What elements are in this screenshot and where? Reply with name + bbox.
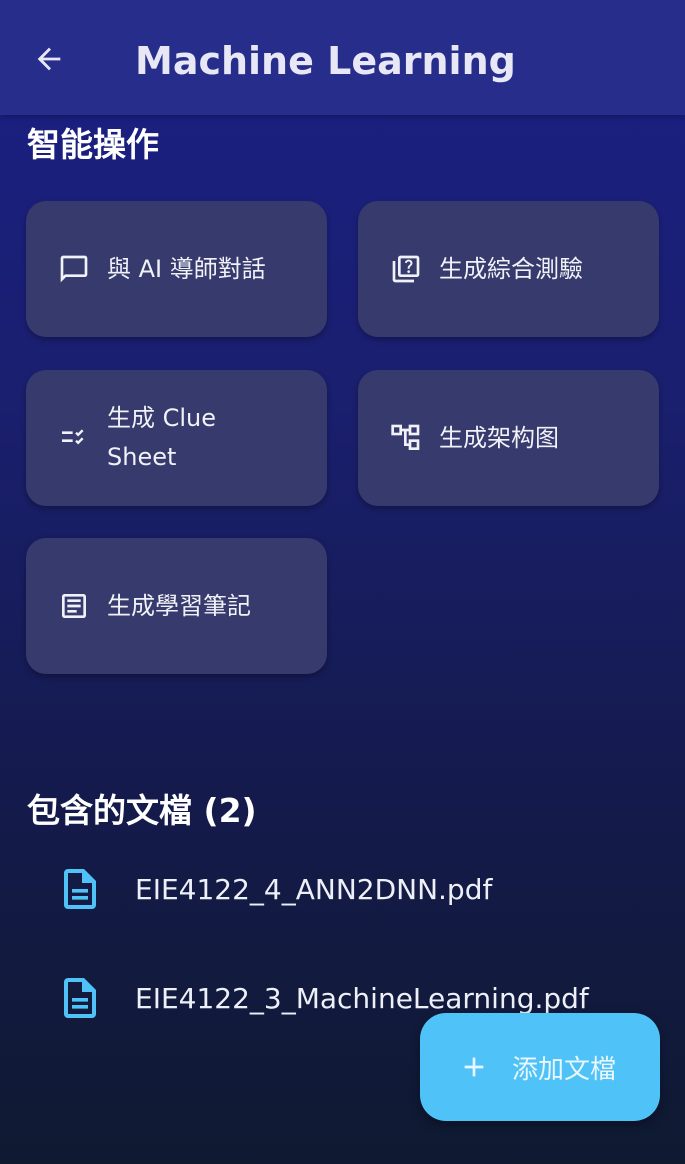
diagram-icon (390, 422, 422, 454)
action-label: 生成架构图 (439, 423, 559, 452)
checklist-icon (58, 422, 90, 454)
app-bar: Machine Learning (0, 0, 685, 115)
documents-title: 包含的文檔 (2) (27, 791, 257, 830)
document-icon (62, 976, 98, 1020)
back-button[interactable] (22, 34, 76, 88)
document-icon (62, 867, 98, 911)
action-label: 與 AI 導師對話 (107, 254, 266, 283)
generate-study-notes-button[interactable]: 生成學習筆記 (26, 538, 327, 674)
page-title: Machine Learning (135, 39, 516, 83)
plus-icon (458, 1051, 490, 1083)
chat-bubble-icon (58, 253, 90, 285)
quiz-icon (390, 253, 422, 285)
fab-label: 添加文檔 (512, 1054, 617, 1085)
chat-with-ai-tutor-button[interactable]: 與 AI 導師對話 (26, 201, 327, 337)
generate-quiz-button[interactable]: 生成綜合測驗 (358, 201, 659, 337)
action-label: 生成 Clue Sheet (107, 404, 217, 471)
add-document-button[interactable]: 添加文檔 (420, 1013, 660, 1121)
action-label: 生成綜合測驗 (439, 254, 583, 283)
action-label: 生成學習筆記 (107, 591, 251, 620)
arrow-left-icon (32, 42, 66, 80)
document-name: EIE4122_4_ANN2DNN.pdf (135, 873, 493, 906)
notes-icon (58, 590, 90, 622)
document-list-item[interactable]: EIE4122_4_ANN2DNN.pdf (0, 845, 685, 935)
generate-clue-sheet-button[interactable]: 生成 Clue Sheet (26, 370, 327, 506)
generate-diagram-button[interactable]: 生成架构图 (358, 370, 659, 506)
smart-actions-title: 智能操作 (27, 125, 159, 164)
